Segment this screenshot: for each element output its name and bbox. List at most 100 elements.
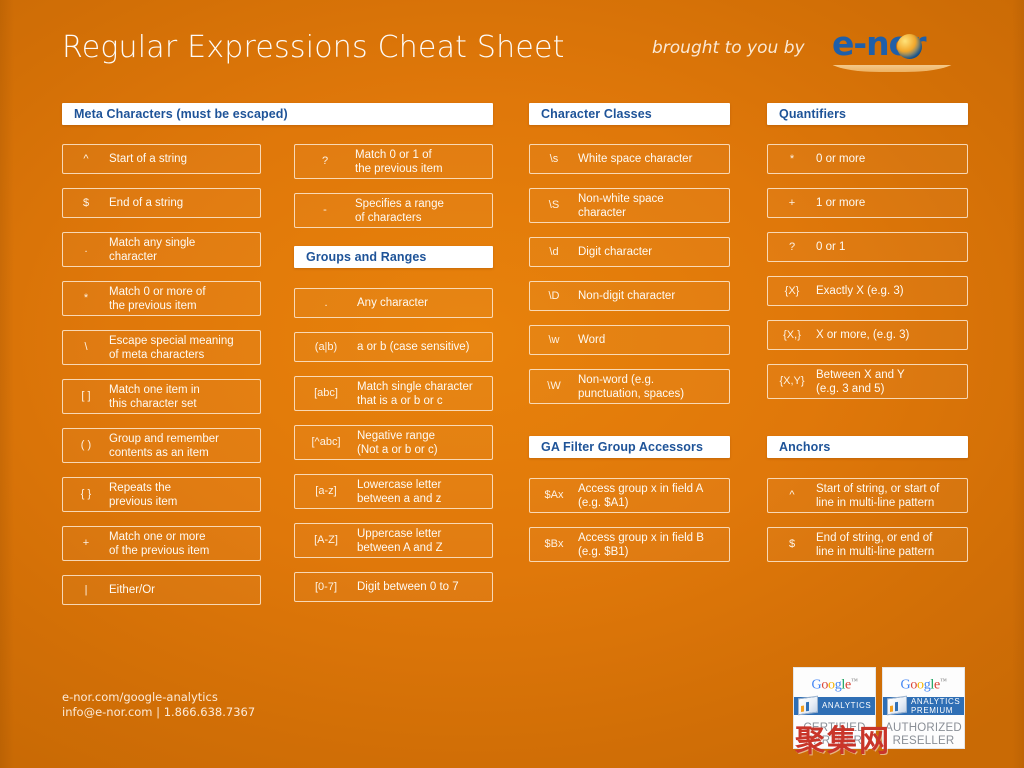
regex-card: ( ) Group and remember contents as an ite… [62, 428, 261, 463]
regex-card: . Any character [294, 288, 493, 318]
regex-card: [a-z] Lowercase letter between a and z [294, 474, 493, 509]
column-meta-characters: ^ Start of a string $ End of a string. Match… [62, 144, 261, 619]
analytics-banner: ANALYTICS PREMIUM [883, 695, 964, 716]
regex-card: $ End of a string [62, 188, 261, 218]
google-badge: Google™ ANALYTICS CERTIFIED PARTNER [793, 667, 876, 749]
section-header-anchors: Anchors [767, 436, 968, 458]
regex-symbol: ^ [789, 489, 795, 502]
regex-symbol: ^ [83, 152, 89, 165]
regex-description: Match 0 or 1 of the previous item [355, 148, 443, 175]
regex-symbol: {X} [784, 284, 800, 297]
regex-description: Non-word (e.g. punctuation, spaces) [578, 373, 685, 400]
regex-symbol: ? [788, 240, 796, 253]
footer-website: e-nor.com/google-analytics [62, 690, 218, 704]
regex-card: * Match 0 or more of the previous item [62, 281, 261, 316]
regex-card: [ ] Match one item in this character set [62, 379, 261, 414]
regex-description: Match 0 or more of the previous item [109, 285, 206, 312]
regex-description: X or more, (e.g. 3) [816, 329, 910, 341]
regex-description: Negative range (Not a or b or c) [357, 429, 438, 456]
regex-card: $Ax Access group x in field A (e.g. $A1) [529, 478, 730, 513]
regex-symbol: { } [80, 488, 92, 501]
regex-card: + Match one or more of the previous item [62, 526, 261, 561]
regex-symbol: $Bx [544, 538, 564, 551]
regex-symbol: $ [82, 196, 90, 209]
regex-description: 0 or 1 [816, 241, 846, 253]
regex-description: a or b (case sensitive) [357, 341, 470, 353]
regex-card: ^ Start of a string [62, 144, 261, 174]
regex-card: \ Escape special meaning of meta characte… [62, 330, 261, 365]
section-header-ga-filter-group-accessors: GA Filter Group Accessors [529, 436, 730, 458]
regex-card: [abc] Match single character that is a or… [294, 376, 493, 411]
e-nor-logo: e-nor [828, 26, 956, 72]
regex-symbol: ? [321, 155, 329, 168]
page-title: Regular Expressions Cheat Sheet [62, 30, 565, 65]
badge-title: CERTIFIED PARTNER [803, 722, 866, 747]
regex-card: +1 or more [767, 188, 968, 218]
regex-symbol: [^abc] [311, 436, 341, 449]
regex-description: Specifies a range of characters [355, 197, 444, 224]
regex-card: * 0 or more [767, 144, 968, 174]
regex-card: \d Digit character [529, 237, 730, 267]
regex-symbol: [abc] [314, 387, 338, 400]
regex-symbol: \d [549, 245, 559, 258]
regex-description: End of a string [109, 197, 184, 209]
regex-symbol: [a-z] [315, 485, 337, 498]
regex-symbol: {X,Y} [779, 375, 805, 388]
regex-symbol: \D [548, 289, 560, 302]
regex-description: Access group x in field A (e.g. $A1) [578, 482, 704, 509]
regex-description: Word [578, 334, 606, 346]
regex-description: Between X and Y (e.g. 3 and 5) [816, 368, 905, 395]
regex-card: [0-7] Digit between 0 to 7 [294, 572, 493, 602]
regex-description: Digit between 0 to 7 [357, 581, 459, 593]
column-character-classes: \s White space character \S Non-white space… [529, 144, 730, 418]
column-ga-filter-group-accessors: $Ax Access group x in field A (e.g. $A1) $… [529, 478, 730, 576]
regex-card: (a|b) a or b (case sensitive) [294, 332, 493, 362]
regex-card: {X,Y} Between X and Y (e.g. 3 and 5) [767, 364, 968, 399]
regex-card: \w Word [529, 325, 730, 355]
section-title: Quantifiers [779, 107, 847, 121]
analytics-chart-icon [798, 695, 818, 716]
regex-symbol: + [788, 196, 796, 209]
regex-card: $Bx Access group x in field B (e.g. $B1) [529, 527, 730, 562]
regex-symbol: * [789, 152, 795, 165]
column-groups-and-ranges: . Any character (a|b) a or b (case sensitiv… [294, 288, 493, 616]
regex-description: Match any single character [109, 236, 196, 263]
regex-card: $ End of string, or end of line in multi-… [767, 527, 968, 562]
column-quantifiers: * 0 or more +1 or more? 0 or 1 {X} Exactly X … [767, 144, 968, 413]
regex-description: Match one or more of the previous item [109, 530, 210, 557]
regex-card: ? Match 0 or 1 of the previous item [294, 144, 493, 179]
regex-description: Uppercase letter between A and Z [357, 527, 443, 554]
regex-symbol: $Ax [544, 489, 564, 502]
regex-description: Lowercase letter between a and z [357, 478, 442, 505]
regex-symbol: $ [788, 538, 796, 551]
regex-card: \W Non-word (e.g. punctuation, spaces) [529, 369, 730, 404]
regex-symbol: [ ] [81, 390, 91, 403]
regex-symbol: \W [547, 380, 561, 393]
regex-symbol: - [323, 204, 327, 217]
regex-symbol: \ [84, 341, 88, 354]
regex-symbol: (a|b) [314, 340, 338, 353]
regex-description: Match single character that is a or b or… [357, 380, 473, 407]
footer-contact: e-nor.com/google-analytics info@e-nor.co… [62, 690, 255, 720]
analytics-program-label: ANALYTICS [822, 701, 872, 711]
analytics-banner: ANALYTICS [794, 695, 875, 716]
certification-badges: Google™ ANALYTICS CERTIFIED PARTNER Google™… [793, 667, 965, 749]
analytics-chart-icon [887, 695, 907, 716]
section-header-meta-characters: Meta Characters (must be escaped) [62, 103, 493, 125]
regex-symbol: * [83, 292, 89, 305]
regex-description: Escape special meaning of meta character… [109, 334, 234, 361]
regex-symbol: . [324, 296, 328, 309]
regex-symbol: [A-Z] [314, 534, 338, 547]
regex-description: White space character [578, 153, 693, 165]
regex-card: \s White space character [529, 144, 730, 174]
regex-description: Repeats the previous item [109, 481, 178, 508]
section-title: Anchors [779, 440, 831, 454]
google-wordmark: Google™ [900, 677, 947, 693]
regex-description: Start of string, or start of line in mul… [816, 482, 940, 509]
column-meta-characters-right: ? Match 0 or 1 of the previous item - Speci… [294, 144, 493, 242]
regex-symbol: \s [549, 152, 559, 165]
regex-card: { } Repeats the previous item [62, 477, 261, 512]
regex-description: Match one item in this character set [109, 383, 200, 410]
regex-card: {X} Exactly X (e.g. 3) [767, 276, 968, 306]
regex-description: Non-digit character [578, 290, 676, 302]
